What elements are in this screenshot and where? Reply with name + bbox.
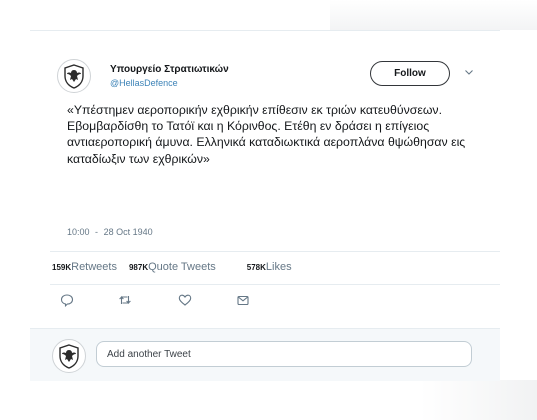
- background-shade: [330, 0, 537, 30]
- share-icon[interactable]: [236, 293, 250, 307]
- tweet-actions: [58, 293, 258, 309]
- likes-label: Likes: [265, 261, 292, 273]
- tweet-card: Υπουργείο Στρατιωτικών @HellasDefence Fo…: [30, 30, 500, 381]
- retweets-stat[interactable]: 159K Retweets: [52, 261, 117, 273]
- reply-input[interactable]: [96, 341, 472, 367]
- retweets-count: 159K: [52, 263, 72, 272]
- avatar[interactable]: [57, 59, 91, 93]
- background-shade: [420, 380, 537, 420]
- likes-stat[interactable]: 578K Likes: [247, 261, 292, 273]
- retweet-icon[interactable]: [118, 293, 132, 307]
- reply-icon[interactable]: [60, 293, 74, 308]
- quote-tweets-count: 987K: [128, 263, 149, 272]
- greek-army-emblem-icon: [59, 344, 79, 369]
- avatar[interactable]: [52, 339, 86, 373]
- chevron-down-icon[interactable]: [464, 67, 474, 77]
- reply-composer: [30, 328, 500, 381]
- divider: [50, 251, 500, 252]
- follow-button[interactable]: Follow: [370, 61, 450, 86]
- divider: [50, 284, 500, 285]
- display-name[interactable]: Υπουργείο Στρατιωτικών: [110, 64, 229, 75]
- account-handle[interactable]: @HellasDefence: [110, 78, 178, 88]
- tweet-text: «Υπέστημεν αεροπορικήν εχθρικήν επίθεσιν…: [67, 103, 466, 166]
- engagement-stats: 159K Retweets 987K Quote Tweets 578K Lik…: [52, 261, 292, 273]
- likes-count: 578K: [246, 263, 266, 272]
- retweets-label: Retweets: [71, 261, 117, 273]
- greek-army-emblem-icon: [64, 64, 84, 89]
- tweet-date: 28 Oct 1940: [103, 227, 153, 237]
- tweet-timestamp[interactable]: 10:00 - 28 Oct 1940: [67, 227, 153, 237]
- quote-tweets-stat[interactable]: 987K Quote Tweets: [129, 261, 216, 273]
- timestamp-separator: -: [95, 227, 99, 237]
- like-icon[interactable]: [178, 293, 192, 307]
- tweet-time: 10:00: [67, 227, 90, 237]
- quote-tweets-label: Quote Tweets: [148, 261, 216, 273]
